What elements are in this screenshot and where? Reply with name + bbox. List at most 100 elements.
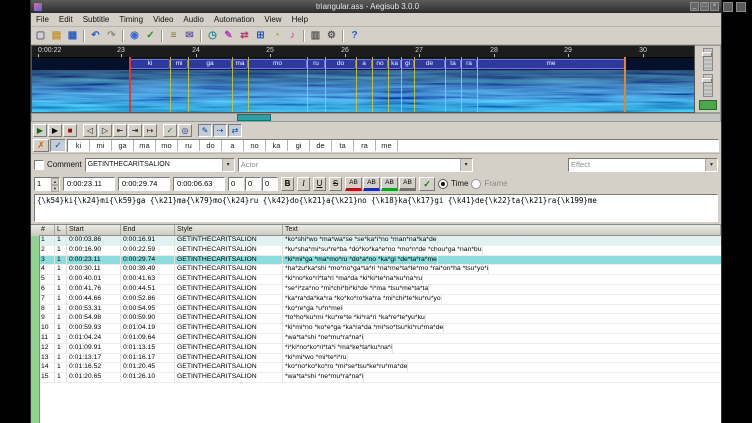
karaoke-syllable[interactable]: ki xyxy=(68,140,90,151)
subtitle-row[interactable]: 1310:01:13.170:01:16.17GETINTHECARITSALI… xyxy=(39,354,721,364)
chevron-down-icon[interactable]: ▾ xyxy=(705,159,717,171)
underline-button[interactable]: U xyxy=(313,177,326,191)
subtitle-row[interactable]: 110:00:03.860:00:16.91GETINTHECARITSALIO… xyxy=(39,236,721,246)
audio-display[interactable]: 0:00:222324252627282930 kimigamamorudoan… xyxy=(31,45,695,113)
subtitle-row[interactable]: 410:00:30.110:00:39.49GETINTHECARITSALIO… xyxy=(39,265,721,275)
subtitle-row[interactable]: 1510:01:20.650:01:26.10GETINTHECARITSALI… xyxy=(39,373,721,383)
spell-checker-icon[interactable]: ✓ xyxy=(143,28,158,43)
color-button-2[interactable]: AB xyxy=(363,177,380,191)
audio-syllable[interactable]: me xyxy=(477,59,625,69)
audio-syllable[interactable]: ta xyxy=(445,59,461,69)
chevron-down-icon[interactable]: ▾ xyxy=(222,159,234,171)
undo-icon[interactable]: ↶ xyxy=(88,28,103,43)
commit-button[interactable]: ✓ xyxy=(419,177,435,191)
play-after-selection-button[interactable]: ▷ xyxy=(98,124,112,137)
audio-syllable[interactable]: ga xyxy=(188,59,232,69)
menu-help[interactable]: Help xyxy=(287,13,313,26)
karaoke-syllable[interactable]: do xyxy=(200,140,222,151)
audio-syllable[interactable]: ru xyxy=(307,59,325,69)
karaoke-syllable[interactable]: ka xyxy=(266,140,288,151)
menu-audio[interactable]: Audio xyxy=(178,13,208,26)
menu-video[interactable]: Video xyxy=(148,13,178,26)
tray-icon[interactable] xyxy=(723,2,733,12)
play-to-end-button[interactable]: ↦ xyxy=(143,124,157,137)
audio-syllable[interactable]: ki xyxy=(130,59,170,69)
column-header-start[interactable]: Start xyxy=(67,225,121,236)
subtitle-row[interactable]: 1110:01:04.240:01:09.64GETINTHECARITSALI… xyxy=(39,334,721,344)
column-header-num[interactable]: # xyxy=(39,225,55,236)
resample-resolution-icon[interactable]: ⊞ xyxy=(253,28,268,43)
shift-times-icon[interactable]: ◷ xyxy=(205,28,220,43)
menu-edit[interactable]: Edit xyxy=(54,13,78,26)
subtitle-row[interactable]: 510:00:40.010:00:41.63GETINTHECARITSALIO… xyxy=(39,275,721,285)
audio-syllable[interactable]: mo xyxy=(248,59,307,69)
titlebar[interactable]: triangular.ass - Aegisub 3.0.0 _ □ × xyxy=(31,0,721,13)
time-radio[interactable] xyxy=(438,179,448,189)
subtitle-row[interactable]: 810:00:53.310:00:54.95GETINTHECARITSALIO… xyxy=(39,305,721,315)
select-lines-icon[interactable]: ▥ xyxy=(308,28,323,43)
grid-body[interactable]: 110:00:03.860:00:16.91GETINTHECARITSALIO… xyxy=(31,236,721,423)
accept-split-button[interactable]: ✓ xyxy=(50,139,66,152)
karaoke-syllable[interactable]: ta xyxy=(332,140,354,151)
effect-dropdown[interactable]: Effect ▾ xyxy=(568,158,718,172)
karaoke-syllable[interactable]: mo xyxy=(156,140,178,151)
audio-scrollbar[interactable] xyxy=(31,113,721,122)
close-button[interactable]: × xyxy=(710,2,719,11)
subtitle-row[interactable]: 210:00:16.900:00:22.59GETINTHECARITSALIO… xyxy=(39,246,721,256)
auto-next-line-toggle-button[interactable]: ⇢ xyxy=(213,124,227,137)
margin-field-1[interactable]: 0 xyxy=(228,177,244,191)
karaoke-syllable[interactable]: mi xyxy=(90,140,112,151)
vertical-zoom-slider[interactable] xyxy=(703,48,713,71)
properties-icon[interactable]: ≡ xyxy=(166,28,181,43)
audio-syllable[interactable]: gi xyxy=(401,59,414,69)
spin-down-icon[interactable]: ▼ xyxy=(51,185,59,192)
color-button-3[interactable]: AB xyxy=(381,177,398,191)
column-header-l[interactable]: L xyxy=(55,225,67,236)
minimize-button[interactable]: _ xyxy=(690,2,699,11)
karaoke-syllable-field[interactable]: kimigamamorudoanokagidetarame xyxy=(67,139,719,152)
auto-scroll-toggle-button[interactable]: ⇄ xyxy=(228,124,242,137)
play-first-500ms-button[interactable]: ⇤ xyxy=(113,124,127,137)
karaoke-syllable[interactable]: a xyxy=(222,140,244,151)
volume-slider[interactable] xyxy=(703,74,713,97)
style-dropdown[interactable]: GETINTHECARITSALION ▾ xyxy=(85,158,235,172)
audio-timeline[interactable]: 0:00:222324252627282930 xyxy=(32,46,694,58)
menu-timing[interactable]: Timing xyxy=(114,13,148,26)
italic-button[interactable]: I xyxy=(297,177,310,191)
options-icon[interactable]: ⚙ xyxy=(324,28,339,43)
karaoke-syllable[interactable]: de xyxy=(310,140,332,151)
color-button-4[interactable]: AB xyxy=(399,177,416,191)
maximize-button[interactable]: □ xyxy=(700,2,709,11)
subtitle-row[interactable]: 710:00:44.660:00:52.86GETINTHECARITSALIO… xyxy=(39,295,721,305)
timing-post-processor-icon[interactable]: ◔ xyxy=(269,28,284,43)
new-subtitles-icon[interactable]: ▢ xyxy=(33,28,48,43)
redo-icon[interactable]: ↷ xyxy=(104,28,119,43)
help-icon[interactable]: ? xyxy=(347,28,362,43)
audio-syllable[interactable]: ra xyxy=(461,59,477,69)
go-to-selection-button[interactable]: ◎ xyxy=(178,124,192,137)
subtitle-row[interactable]: 310:00:23.110:00:29.74GETINTHECARITSALIO… xyxy=(39,256,721,266)
karaoke-syllable[interactable]: ga xyxy=(112,140,134,151)
cancel-split-button[interactable]: ✗ xyxy=(33,139,49,152)
link-indicator[interactable] xyxy=(699,100,717,110)
menu-subtitle[interactable]: Subtitle xyxy=(78,13,115,26)
play-last-500ms-button[interactable]: ⇥ xyxy=(128,124,142,137)
subtitle-row[interactable]: 910:00:54.980:00:59.90GETINTHECARITSALIO… xyxy=(39,314,721,324)
duration-field[interactable]: 0:00:06.63 xyxy=(173,177,225,191)
karaoke-syllable[interactable]: me xyxy=(376,140,398,151)
play-selection-button[interactable]: ▶ xyxy=(33,124,47,137)
menu-view[interactable]: View xyxy=(259,13,286,26)
menu-file[interactable]: File xyxy=(31,13,54,26)
karaoke-syllable[interactable]: ru xyxy=(178,140,200,151)
open-subtitles-icon[interactable]: ▤ xyxy=(49,28,64,43)
kanji-timer-icon[interactable]: ♪ xyxy=(285,28,300,43)
audio-syllable[interactable]: do xyxy=(325,59,356,69)
audio-syllable[interactable]: ka xyxy=(388,59,401,69)
start-time-field[interactable]: 0:00:23.11 xyxy=(63,177,115,191)
karaoke-syllable[interactable]: ra xyxy=(354,140,376,151)
save-subtitles-icon[interactable]: ▦ xyxy=(65,28,80,43)
spectrogram[interactable] xyxy=(32,70,694,113)
column-header-style[interactable]: Style xyxy=(175,225,283,236)
comment-checkbox[interactable] xyxy=(34,160,44,170)
audio-scrollbar-thumb[interactable] xyxy=(237,114,271,121)
